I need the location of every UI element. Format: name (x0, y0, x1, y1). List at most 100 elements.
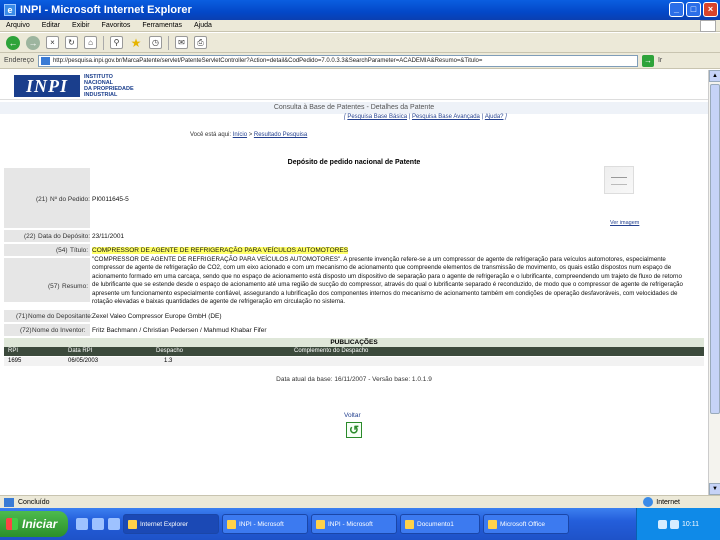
taskbar-item[interactable]: INPI - Microsoft (222, 514, 308, 534)
go-label[interactable]: Ir (658, 57, 662, 64)
taskbar-app-icon (227, 519, 236, 529)
home-icon[interactable]: ⌂ (84, 36, 97, 49)
field-label-abstract: Resumo: (62, 283, 89, 290)
menu-tools[interactable]: Ferramentas (142, 22, 182, 29)
quick-launch-icon[interactable] (92, 518, 104, 530)
taskbar-item[interactable]: Documento1 (400, 514, 480, 534)
zone-text: Internet (656, 498, 680, 506)
dispatch-cell[interactable]: 1.3 (164, 357, 172, 366)
title-value: COMPRESSOR DE AGENTE DE REFRIGERAÇÃO PAR… (92, 247, 349, 254)
taskbar-item-label: Internet Explorer (140, 520, 189, 528)
menu-bar: Arquivo Editar Exibir Favoritos Ferramen… (0, 20, 720, 32)
menu-file[interactable]: Arquivo (6, 22, 30, 29)
history-icon[interactable]: ◷ (149, 36, 162, 49)
date-cell: 06/05/2003 (68, 358, 99, 364)
window-titlebar: e INPI - Microsoft Internet Explorer _ □… (0, 0, 720, 20)
back-button-icon[interactable]: ← (6, 35, 20, 50)
mail-icon[interactable]: ✉ (175, 36, 188, 49)
taskbar-app-icon (488, 519, 497, 529)
address-label: Endereço (4, 57, 34, 64)
field-label-inventor: Nome do Inventor: (32, 327, 86, 334)
browser-toolbar: ← → × ↻ ⌂ ⚲ ★ ◷ ✉ ⎙ (0, 33, 720, 53)
start-label: Iniciar (22, 517, 58, 531)
quick-launch-icon[interactable] (108, 518, 120, 530)
taskbar-item[interactable]: Internet Explorer (123, 514, 219, 534)
window-title: INPI - Microsoft Internet Explorer (20, 4, 192, 16)
publications-header-row: RPI Data RPI Despacho Complemento do Des… (4, 347, 704, 356)
back-arrow-icon[interactable]: ↺ (346, 422, 362, 438)
address-url: http://pesquisa.inpi.gov.br/MarcaPatente… (52, 57, 483, 64)
tray-icon[interactable] (670, 519, 679, 529)
breadcrumb-home-link[interactable]: Início (233, 132, 247, 138)
forward-button-icon[interactable]: → (26, 35, 40, 50)
minimize-button[interactable]: _ (669, 2, 684, 17)
menu-edit[interactable]: Editar (42, 22, 60, 29)
taskbar-app-icon (405, 519, 414, 529)
site-header: INPI INSTITUTO NACIONAL DA PROPRIEDADE I… (0, 70, 708, 100)
windows-logo-icon (700, 20, 716, 32)
clock[interactable]: 10:11 (682, 521, 699, 528)
favorites-star-icon[interactable]: ★ (129, 36, 143, 50)
advanced-search-link[interactable]: Pesquisa Base Avançada (412, 114, 480, 120)
field-label-cell (4, 258, 90, 302)
bracket-close: ] (503, 114, 507, 120)
field-code: (71) (16, 313, 28, 320)
taskbar-item-label: Microsoft Office (500, 520, 546, 528)
view-image-link[interactable]: Ver imagem (610, 220, 639, 226)
windows-flag-icon (6, 518, 18, 530)
field-code: (72) (20, 327, 32, 334)
maximize-button[interactable]: □ (686, 2, 701, 17)
window-controls: _ □ × (669, 2, 718, 17)
taskbar-item-label: Documento1 (417, 520, 454, 528)
filing-date-value: 23/11/2001 (92, 233, 125, 240)
inventor-value: Fritz Bachmann / Christian Pedersen / Ma… (92, 327, 267, 334)
field-code: (21) (36, 196, 48, 203)
quick-launch-icon[interactable] (76, 518, 88, 530)
breadcrumb-prefix: Você está aqui: (190, 132, 233, 138)
column-header-complement: Complemento do Despacho (294, 348, 369, 354)
ie-app-icon: e (4, 4, 16, 16)
menu-help[interactable]: Ajuda (194, 22, 212, 29)
breadcrumb: Você está aqui: Início > Resultado Pesqu… (190, 132, 307, 138)
stop-icon[interactable]: × (46, 36, 59, 49)
applicant-value: Zexel Valeo Compressor Europe GmbH (DE) (92, 313, 222, 320)
breadcrumb-current[interactable]: Resultado Pesquisa (254, 132, 307, 138)
search-icon[interactable]: ⚲ (110, 36, 123, 49)
taskbar-item-label: INPI - Microsoft (239, 520, 284, 528)
scroll-up-arrow-icon[interactable]: ▲ (709, 70, 720, 82)
taskbar-item[interactable]: INPI - Microsoft (311, 514, 397, 534)
institute-name-line: INDUSTRIAL (84, 92, 118, 98)
taskbar-app-icon (316, 519, 325, 529)
globe-icon (643, 497, 654, 507)
patent-drawing-thumbnail[interactable] (604, 166, 634, 194)
scroll-thumb[interactable] (710, 84, 720, 414)
vertical-scrollbar[interactable]: ▲ ▼ (708, 70, 720, 495)
status-bar: Concluído Internet (0, 495, 720, 508)
toolbar-divider (168, 35, 169, 50)
go-button[interactable]: → (641, 54, 654, 67)
column-header-dispatch: Despacho (156, 348, 184, 354)
database-date: Data atual da base: 16/11/2007 - Versão … (276, 376, 432, 383)
tray-icon[interactable] (658, 519, 667, 529)
field-code: (54) (56, 247, 68, 254)
basic-search-link[interactable]: Pesquisa Base Básica (347, 114, 407, 120)
print-icon[interactable]: ⎙ (194, 36, 207, 49)
institute-name: INSTITUTO NACIONAL DA PROPRIEDADE INDUST… (84, 74, 134, 98)
menu-view[interactable]: Exibir (72, 22, 90, 29)
help-link[interactable]: Ajuda? (485, 114, 504, 120)
page-icon (40, 56, 50, 65)
inpi-logo[interactable]: INPI (14, 75, 80, 97)
field-label-title: Título: (70, 247, 89, 254)
close-button[interactable]: × (703, 2, 718, 17)
scroll-down-arrow-icon[interactable]: ▼ (709, 483, 720, 495)
menu-favorites[interactable]: Favoritos (102, 22, 131, 29)
start-button[interactable]: Iniciar (0, 511, 68, 537)
address-input[interactable]: http://pesquisa.inpi.gov.br/MarcaPatente… (37, 54, 638, 67)
page-content: INPI INSTITUTO NACIONAL DA PROPRIEDADE I… (0, 70, 708, 495)
back-link[interactable]: Voltar (344, 412, 361, 419)
refresh-icon[interactable]: ↻ (65, 36, 78, 49)
system-tray: 10:11 (636, 508, 720, 540)
taskbar-item[interactable]: Microsoft Office (483, 514, 569, 534)
page-title: Depósito de pedido nacional de Patente (287, 159, 421, 166)
taskbar-app-icon (128, 519, 137, 529)
